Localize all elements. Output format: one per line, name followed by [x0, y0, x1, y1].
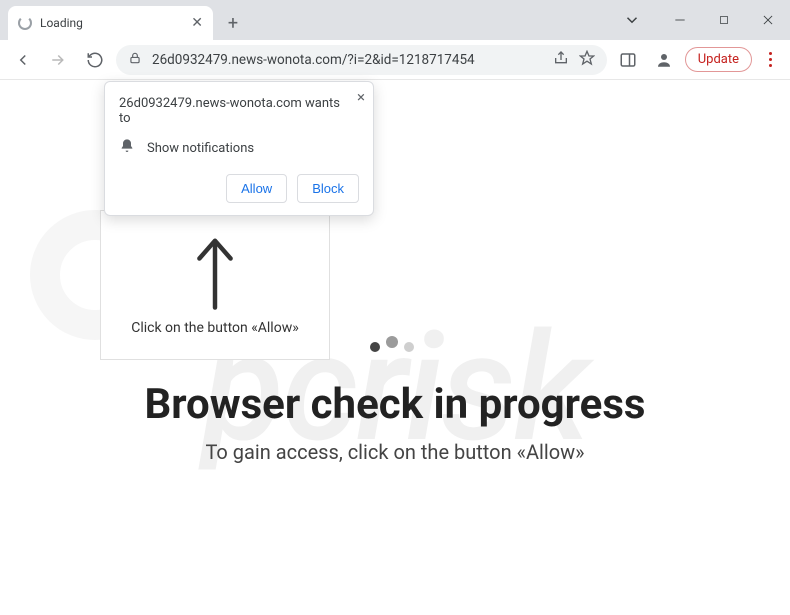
- browser-tab[interactable]: Loading ✕: [8, 6, 213, 40]
- permission-block-button[interactable]: Block: [297, 174, 359, 203]
- instruction-card: Click on the button «Allow»: [100, 210, 330, 360]
- toolbar: 26d0932479.news-wonota.com/?i=2&id=12187…: [0, 40, 790, 80]
- permission-origin-text: 26d0932479.news-wonota.com wants to: [119, 96, 359, 126]
- reload-button[interactable]: [80, 45, 110, 75]
- bookmark-icon[interactable]: [579, 50, 595, 70]
- tab-search-button[interactable]: [612, 0, 652, 40]
- tab-close-button[interactable]: ✕: [191, 16, 203, 30]
- loading-dots-icon: [370, 340, 414, 352]
- permission-capability-text: Show notifications: [147, 141, 254, 156]
- page-viewport: pcrisk × 26d0932479.news-wonota.com want…: [0, 80, 790, 615]
- back-button[interactable]: [8, 45, 38, 75]
- side-panel-button[interactable]: [613, 45, 643, 75]
- instruction-caption: Click on the button «Allow»: [131, 320, 299, 336]
- page-subline: To gain access, click on the button «All…: [0, 440, 790, 464]
- page-headline: Browser check in progress: [0, 380, 790, 429]
- loading-spinner-icon: [18, 16, 32, 30]
- profile-button[interactable]: [649, 45, 679, 75]
- menu-button[interactable]: [758, 52, 782, 67]
- window-close-button[interactable]: [746, 0, 790, 40]
- update-button[interactable]: Update: [685, 47, 752, 72]
- lock-icon: [128, 51, 142, 69]
- bell-icon: [119, 138, 135, 158]
- notification-permission-dialog: × 26d0932479.news-wonota.com wants to Sh…: [104, 81, 374, 216]
- address-bar[interactable]: 26d0932479.news-wonota.com/?i=2&id=12187…: [116, 45, 607, 75]
- titlebar: Loading ✕ +: [0, 0, 790, 40]
- permission-allow-button[interactable]: Allow: [226, 174, 287, 203]
- new-tab-button[interactable]: +: [219, 9, 247, 37]
- window-maximize-button[interactable]: [702, 0, 746, 40]
- arrow-up-icon: [191, 234, 239, 312]
- permission-close-button[interactable]: ×: [357, 88, 365, 106]
- window-minimize-button[interactable]: [658, 0, 702, 40]
- url-text: 26d0932479.news-wonota.com/?i=2&id=12187…: [152, 52, 543, 68]
- tab-title: Loading: [40, 16, 183, 30]
- window-controls: [612, 0, 790, 40]
- share-icon[interactable]: [553, 50, 569, 70]
- forward-button[interactable]: [44, 45, 74, 75]
